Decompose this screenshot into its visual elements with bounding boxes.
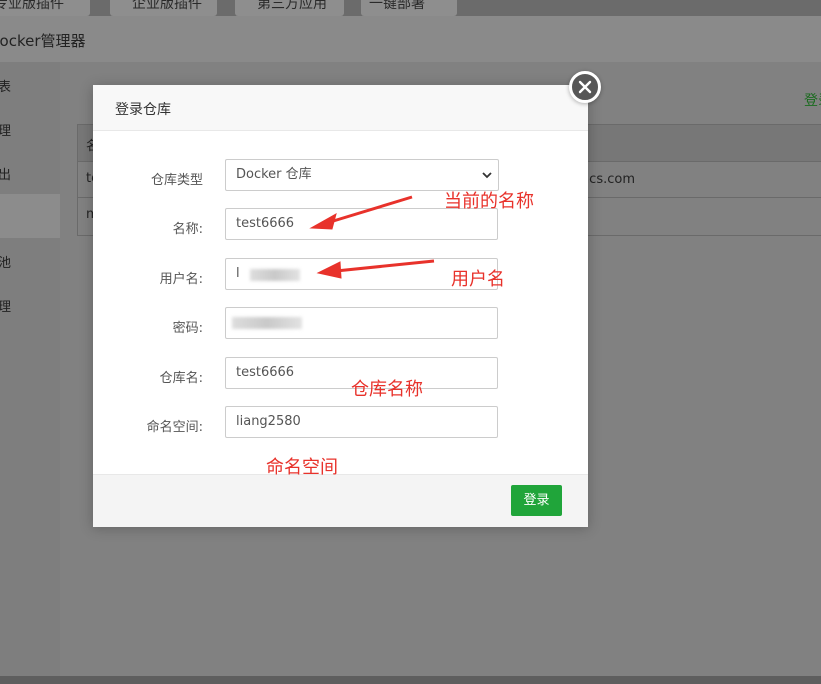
annotation-arrows — [309, 195, 435, 279]
annotation-username: 用户名 — [451, 269, 505, 290]
annotation-repo-name: 仓库名称 — [351, 379, 423, 400]
arrow-to-name-icon — [329, 195, 413, 224]
arrowhead-username-icon — [316, 261, 342, 279]
arrow-to-username-icon — [335, 259, 435, 273]
annotation-namespace: 命名空间 — [266, 457, 338, 478]
annotation-current-name: 当前的名称 — [444, 191, 534, 212]
arrowhead-name-icon — [309, 212, 337, 230]
